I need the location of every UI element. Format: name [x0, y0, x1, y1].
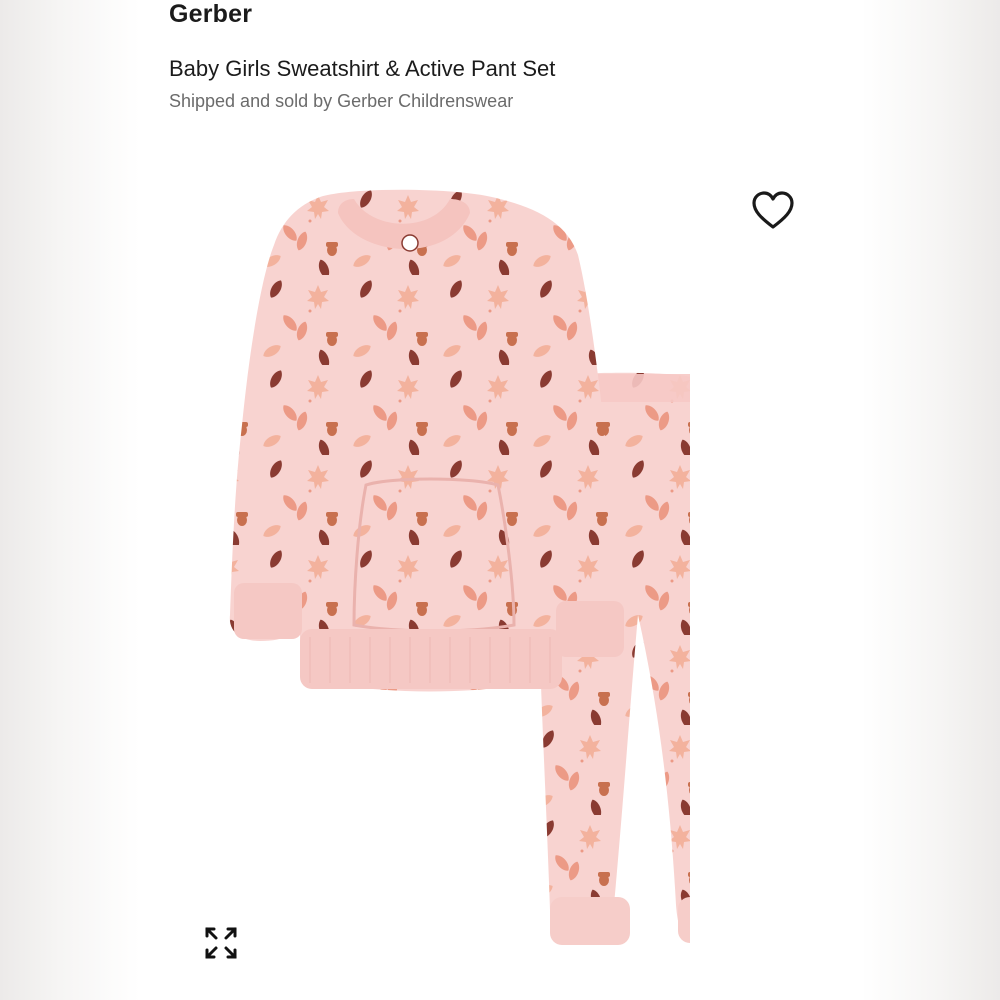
- sweatshirt: [229, 189, 624, 692]
- expand-arrows-icon: [205, 927, 237, 959]
- seller-info: Shipped and sold by Gerber Childrenswear: [169, 91, 514, 111]
- heart-outline-icon: [752, 191, 794, 229]
- expand-image-button[interactable]: [196, 918, 246, 968]
- product-title: Baby Girls Sweatshirt & Active Pant Set: [169, 56, 556, 81]
- product-image[interactable]: [170, 185, 690, 975]
- favorite-button[interactable]: [748, 188, 798, 234]
- brand-name[interactable]: Gerber: [169, 0, 252, 29]
